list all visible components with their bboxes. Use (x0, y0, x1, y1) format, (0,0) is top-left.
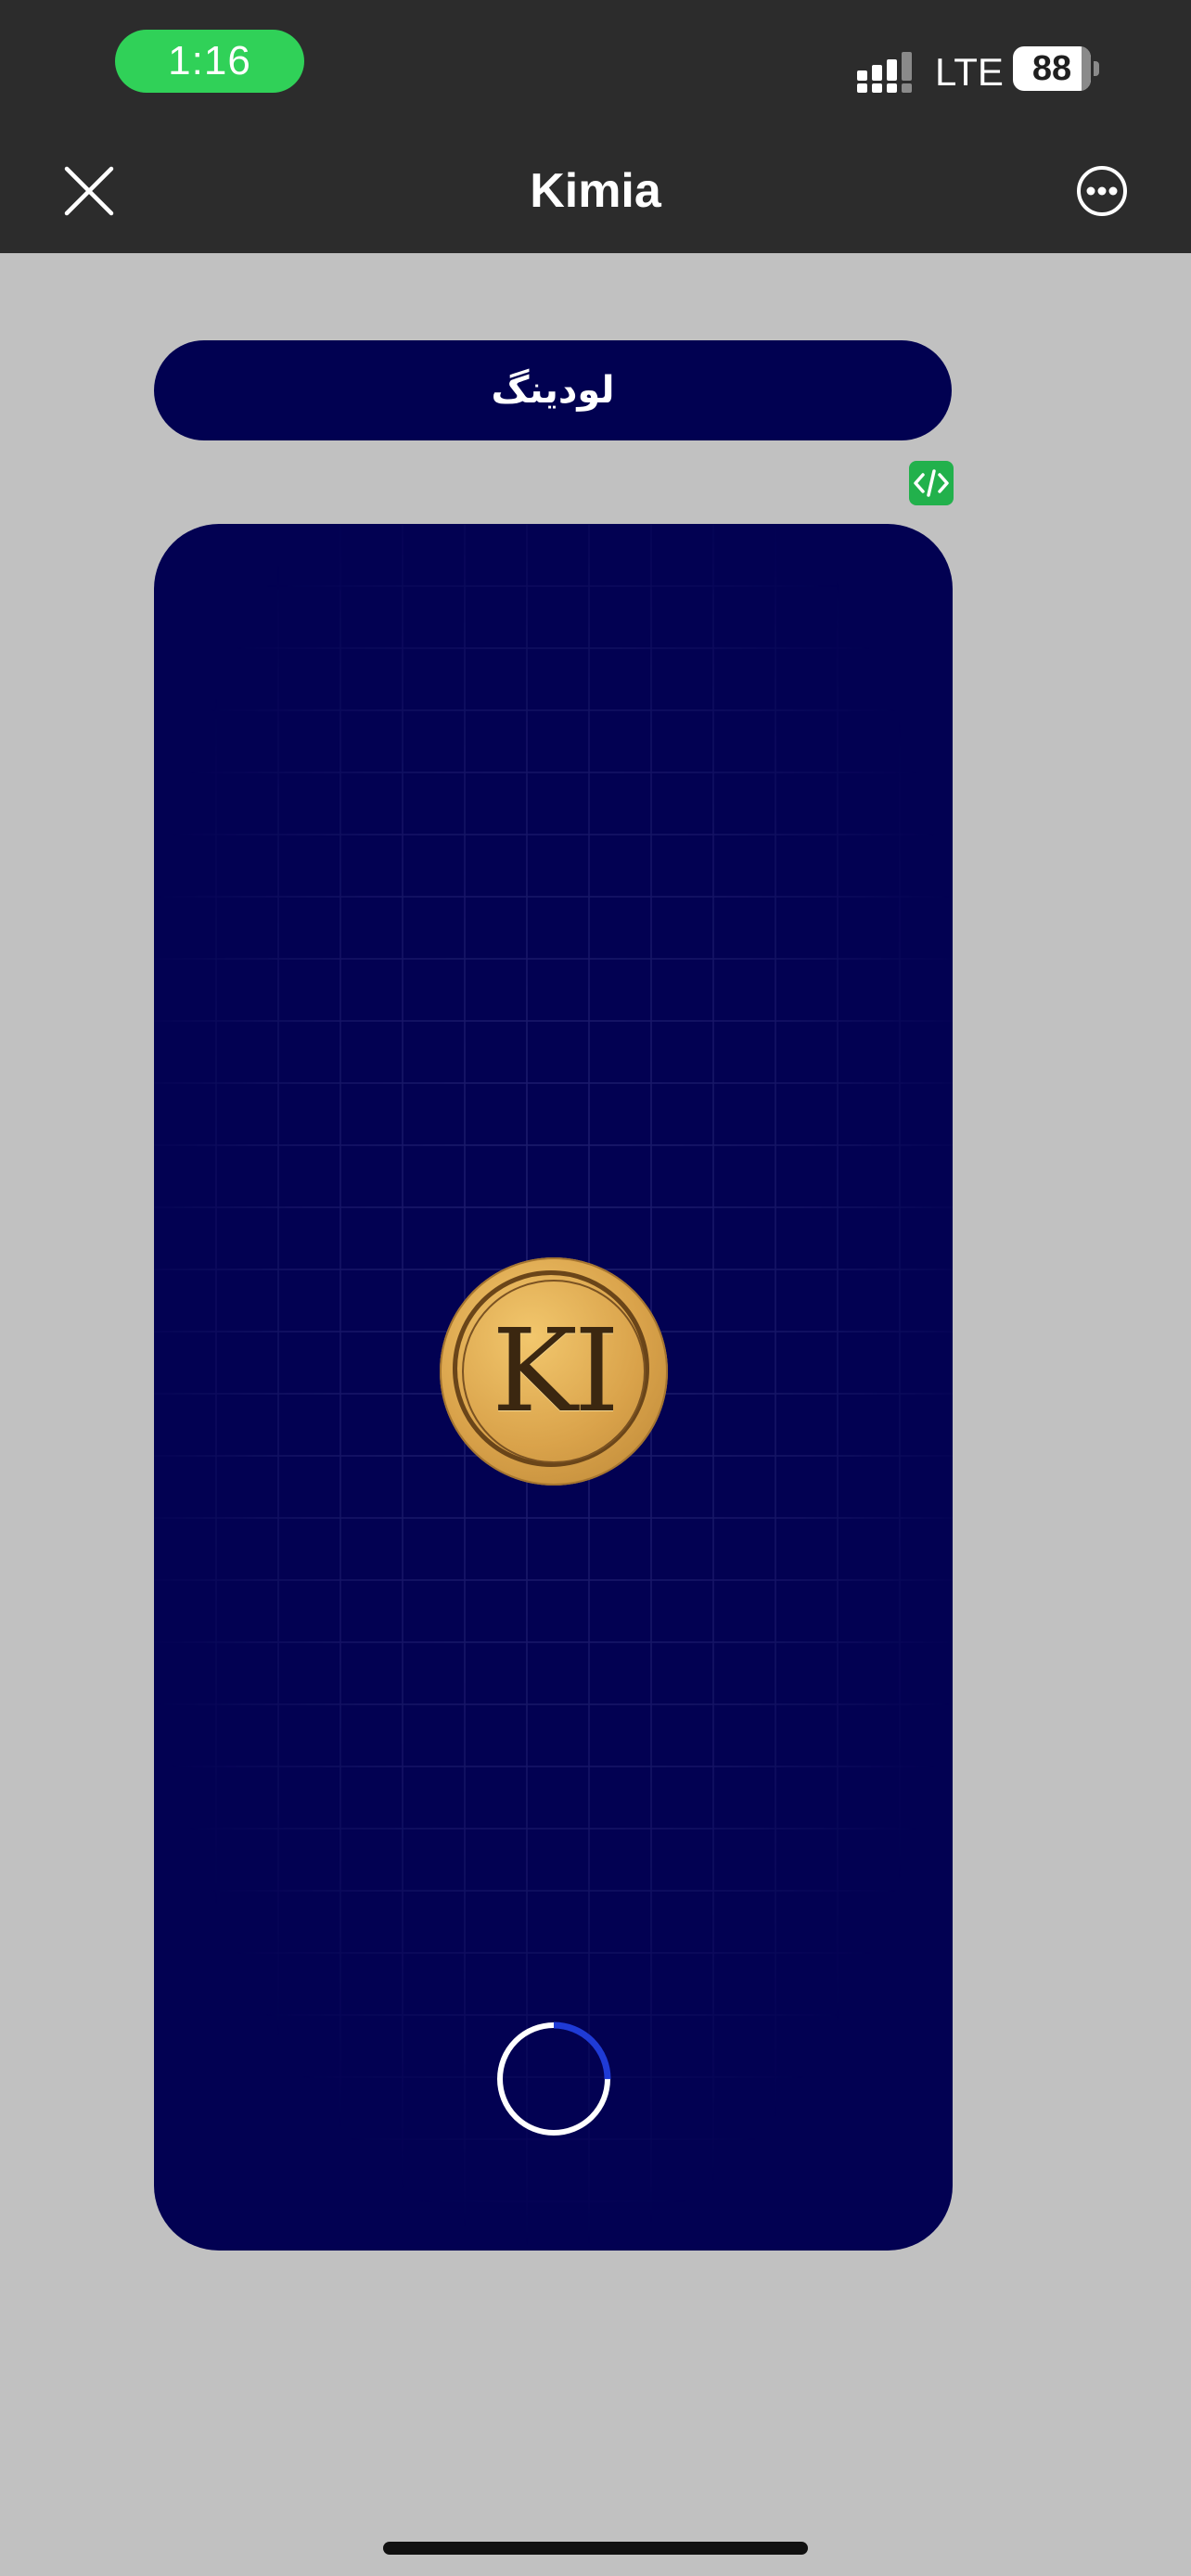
status-time: 1:16 (115, 30, 304, 93)
game-loading-card: KI (154, 524, 953, 2251)
code-icon[interactable] (909, 461, 954, 505)
coin-logo: KI (440, 1257, 668, 1486)
battery-level: 88 (1031, 49, 1072, 88)
close-icon[interactable] (61, 163, 117, 219)
battery-icon: 88 (1013, 46, 1102, 93)
signal-strength-icon (857, 52, 912, 93)
loading-button[interactable]: لودینگ (154, 340, 952, 440)
home-indicator[interactable] (383, 2542, 808, 2555)
more-options-icon[interactable] (1074, 163, 1130, 219)
loading-spinner (496, 2021, 611, 2136)
page-title: Kimia (530, 164, 661, 218)
coin-text: KI (492, 1305, 620, 1438)
top-bar: 1:16 LTE 88 Kimia (0, 0, 1191, 253)
network-type: LTE (935, 50, 1004, 94)
